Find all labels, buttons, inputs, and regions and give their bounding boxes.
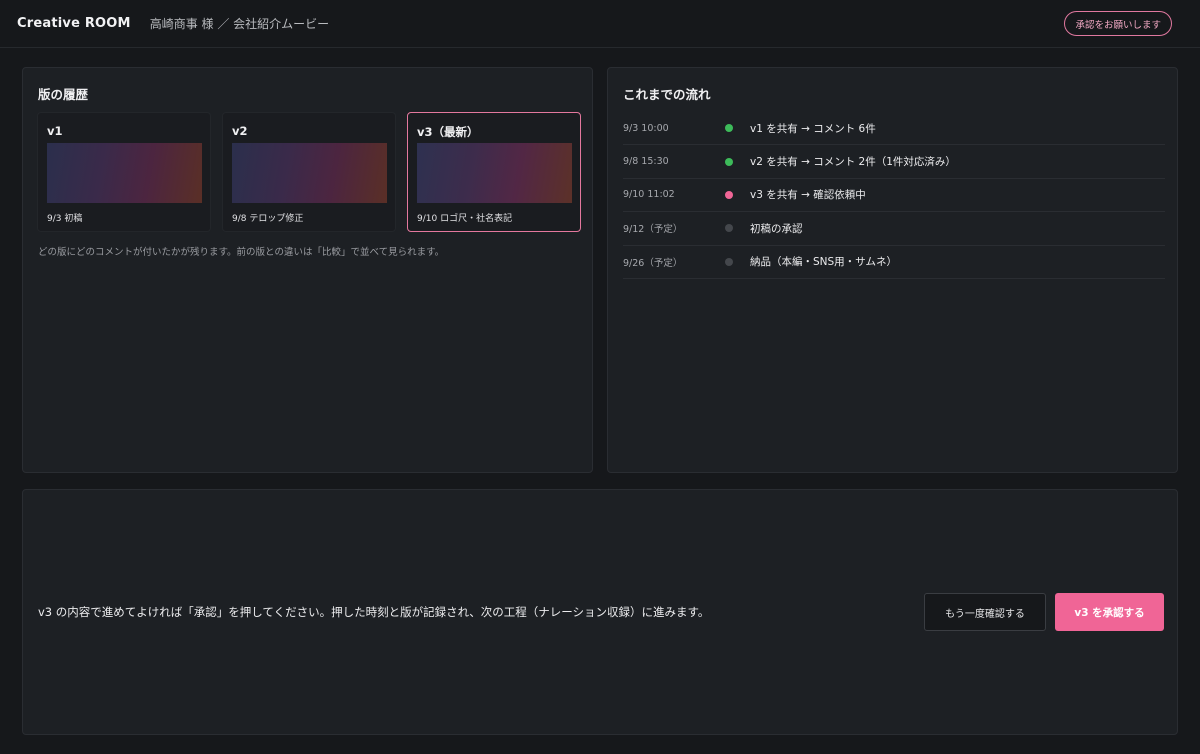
timeline-row: 9/26（予定） 納品（本編・SNS用・サムネ） [623,246,1165,279]
recheck-button[interactable]: もう一度確認する [924,593,1046,631]
status-dot-icon [725,224,733,233]
timeline-row: 9/3 10:00 v1 を共有 → コメント 6件 [623,112,1165,146]
version-label: v1 [47,124,63,138]
timeline-date: 9/26（予定） [623,257,683,269]
version-caption: 9/3 初稿 [47,214,83,224]
approve-v3-button[interactable]: v3 を承認する [1055,593,1164,631]
timeline-row: 9/10 11:02 v3 を共有 → 確認依頼中 [623,179,1165,213]
history-note: どの版にどのコメントが付いたかが残ります。前の版との違いは「比較」で並べて見られ… [38,247,445,258]
timeline-date: 9/8 15:30 [623,156,669,168]
approval-message: v3 の内容で進めてよければ「承認」を押してください。押した時刻と版が記録され、… [38,605,710,619]
status-dot-icon [725,124,733,133]
timeline-text: v1 を共有 → コメント 6件 [750,122,876,135]
request-approval-button[interactable]: 承認をお願いします [1064,11,1172,36]
timeline-text: 初稿の承認 [750,222,803,235]
timeline-date: 9/12（予定） [623,224,683,236]
version-history-panel: 版の履歴 v1 9/3 初稿 v2 9/8 テロップ修正 v3（最新） 9/10… [22,67,593,473]
timeline-panel: これまでの流れ 9/3 10:00 v1 を共有 → コメント 6件 9/8 1… [607,67,1178,473]
timeline-date: 9/10 11:02 [623,189,675,201]
brand-logo: Creative ROOM [17,16,131,31]
timeline-text: 納品（本編・SNS用・サムネ） [750,256,897,269]
version-thumbnail [232,143,387,203]
version-label: v2 [232,124,248,138]
version-label: v3（最新） [417,125,479,139]
top-bar: Creative ROOM 高崎商事 様 ／ 会社紹介ムービー 承認をお願いしま… [0,0,1200,48]
version-thumbnail [417,143,572,203]
timeline-text: v3 を共有 → 確認依頼中 [750,189,866,202]
version-card-v3[interactable]: v3（最新） 9/10 ロゴ尺・社名表記 [407,112,581,232]
timeline-date: 9/3 10:00 [623,122,669,134]
panel-title: 版の履歴 [38,87,89,102]
version-list: v1 9/3 初稿 v2 9/8 テロップ修正 v3（最新） 9/10 ロゴ尺・… [37,112,581,232]
version-caption: 9/10 ロゴ尺・社名表記 [417,214,513,224]
version-caption: 9/8 テロップ修正 [232,214,304,224]
breadcrumb: 高崎商事 様 ／ 会社紹介ムービー [149,17,330,31]
timeline-row: 9/12（予定） 初稿の承認 [623,212,1165,246]
approval-panel: v3 の内容で進めてよければ「承認」を押してください。押した時刻と版が記録され、… [22,489,1178,735]
version-card-v1[interactable]: v1 9/3 初稿 [37,112,211,232]
timeline-text: v2 を共有 → コメント 2件（1件対応済み） [750,156,956,169]
status-dot-icon [725,157,733,166]
version-thumbnail [47,143,202,203]
version-card-v2[interactable]: v2 9/8 テロップ修正 [222,112,396,232]
status-dot-icon [725,257,733,266]
timeline-row: 9/8 15:30 v2 を共有 → コメント 2件（1件対応済み） [623,145,1165,179]
status-dot-icon [725,190,733,199]
timeline: 9/3 10:00 v1 を共有 → コメント 6件 9/8 15:30 v2 … [623,112,1165,279]
panel-title: これまでの流れ [623,87,711,102]
